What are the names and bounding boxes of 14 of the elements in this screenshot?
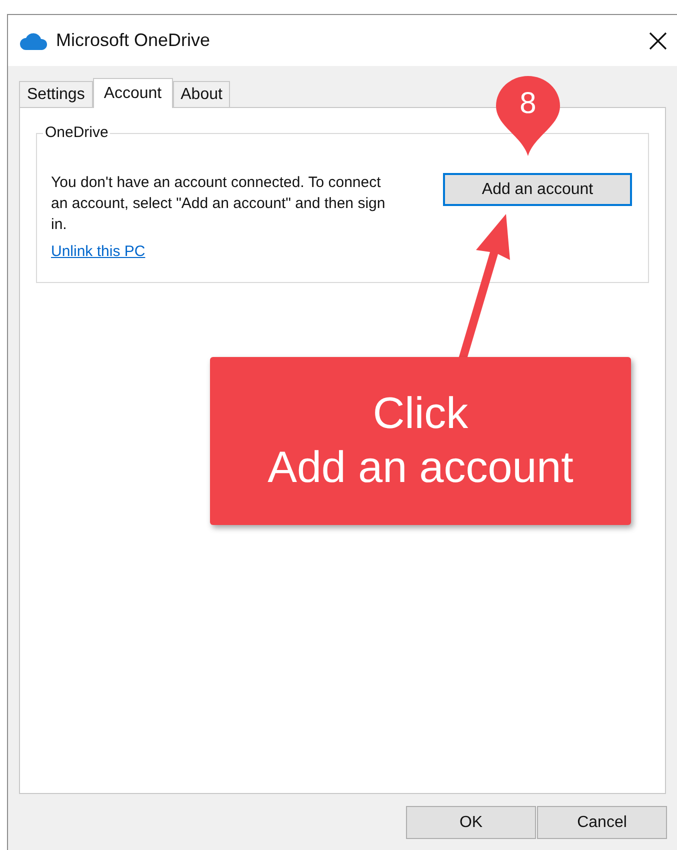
dialog-button[interactable]: OK (406, 806, 536, 839)
callout-text: Click (372, 388, 468, 440)
window-title: Microsoft OneDrive (56, 29, 210, 52)
dialog-button[interactable]: Cancel (537, 806, 667, 839)
callout-text: Add an account (268, 442, 574, 494)
tab[interactable]: About (172, 81, 230, 107)
info-text: You don't have an account connected. To connect an account, select "Add an account" and then sign in. (51, 173, 386, 235)
step-number: 8 (518, 86, 538, 122)
close-icon[interactable] (649, 32, 667, 50)
cloud-icon (20, 32, 48, 50)
add-account-button[interactable]: Add an account (443, 173, 632, 206)
tab[interactable]: Settings (19, 81, 93, 107)
tab[interactable]: Account (92, 78, 173, 108)
unlink-link[interactable]: Unlink this PC (51, 241, 146, 264)
